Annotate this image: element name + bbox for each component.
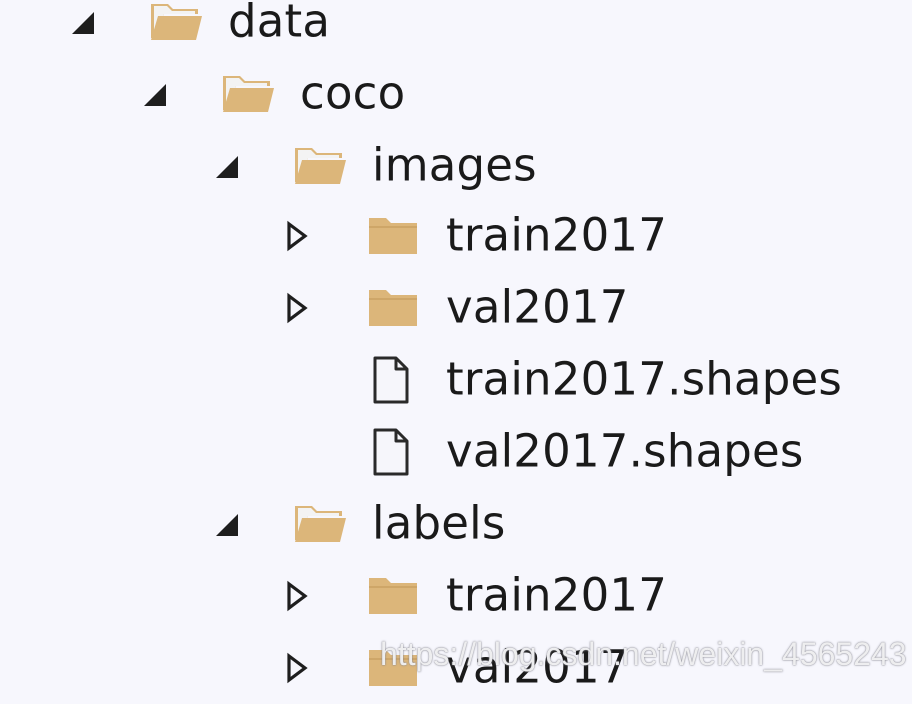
collapsed-arrow-icon[interactable]	[280, 580, 312, 612]
folder-open-icon	[292, 500, 348, 548]
collapsed-arrow-icon[interactable]	[280, 652, 312, 684]
expanded-arrow-icon[interactable]	[210, 150, 242, 182]
tree-item-val2017-shapes[interactable]: val2017.shapes	[0, 416, 912, 488]
tree-item-label: val2017	[446, 280, 629, 334]
tree-item-images-train2017[interactable]: train2017	[0, 200, 912, 272]
tree-item-labels-val2017[interactable]: val2017	[0, 632, 912, 704]
tree-item-label: train2017.shapes	[446, 352, 843, 406]
tree-item-images-val2017[interactable]: val2017	[0, 272, 912, 344]
tree-item-label: train2017	[446, 208, 668, 262]
tree-item-label: val2017.shapes	[446, 424, 804, 478]
folder-open-icon	[292, 142, 348, 190]
collapsed-arrow-icon[interactable]	[280, 292, 312, 324]
tree-item-label: train2017	[446, 568, 668, 622]
folder-closed-icon	[366, 212, 422, 260]
tree-item-label: images	[372, 138, 537, 192]
folder-open-icon	[220, 70, 276, 118]
tree-item-labels[interactable]: labels	[0, 488, 912, 560]
expanded-arrow-icon[interactable]	[66, 6, 98, 38]
tree-item-train2017-shapes[interactable]: train2017.shapes	[0, 344, 912, 416]
tree-item-labels-train2017[interactable]: train2017	[0, 560, 912, 632]
tree-item-label: coco	[300, 66, 406, 120]
expanded-arrow-icon[interactable]	[210, 508, 242, 540]
file-tree: data coco images train2017 val2017 train…	[0, 0, 912, 700]
tree-item-data[interactable]: data	[0, 0, 912, 58]
folder-closed-icon	[366, 572, 422, 620]
tree-item-label: labels	[372, 496, 506, 550]
expanded-arrow-icon[interactable]	[138, 78, 170, 110]
folder-open-icon	[148, 0, 204, 46]
folder-closed-icon	[366, 284, 422, 332]
tree-item-label: data	[228, 0, 331, 48]
tree-item-images[interactable]: images	[0, 130, 912, 202]
file-icon	[366, 428, 422, 476]
file-icon	[366, 356, 422, 404]
folder-closed-icon	[366, 644, 422, 692]
tree-item-label: val2017	[446, 640, 629, 694]
tree-item-coco[interactable]: coco	[0, 58, 912, 130]
collapsed-arrow-icon[interactable]	[280, 220, 312, 252]
